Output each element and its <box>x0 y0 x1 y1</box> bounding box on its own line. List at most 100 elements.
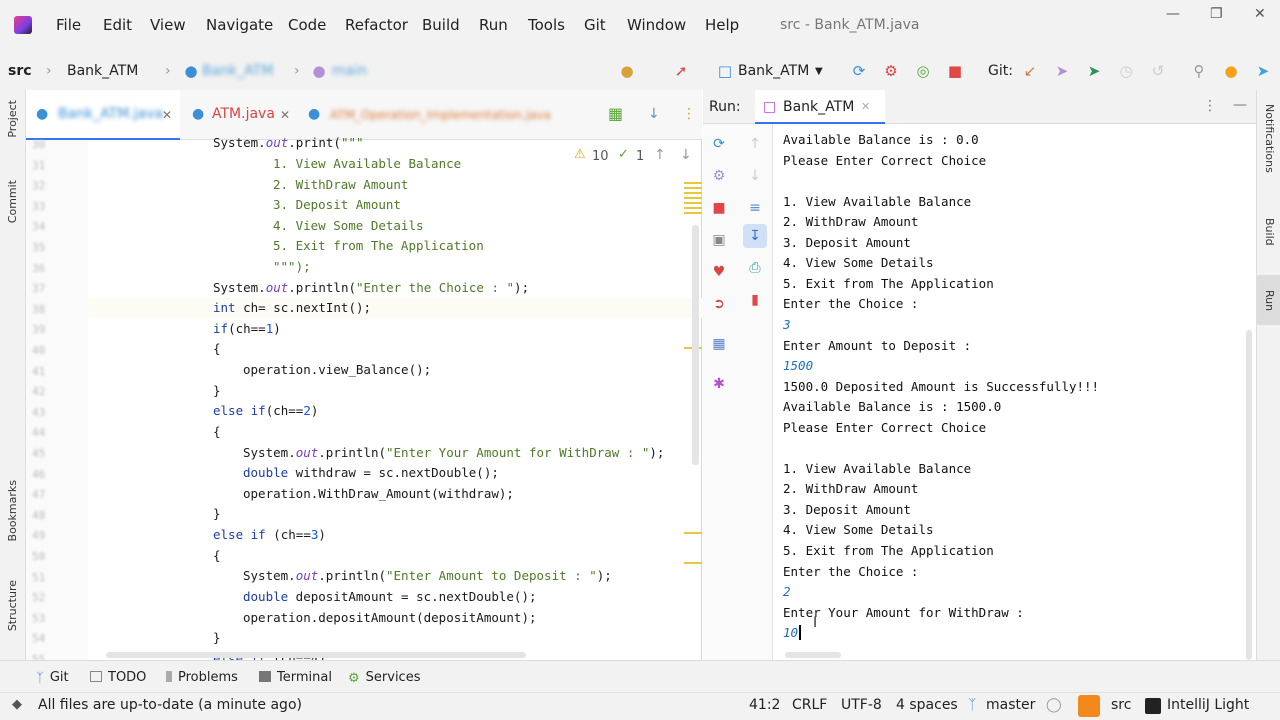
services-tool-button[interactable]: ⚙ Services <box>348 670 420 686</box>
tab-atm[interactable]: ATM.java <box>212 106 275 122</box>
terminal-tool-button[interactable]: Terminal <box>259 670 332 685</box>
rerun-icon[interactable]: ⟳ <box>711 136 727 152</box>
close-run-tab-icon[interactable]: ✕ <box>861 100 870 113</box>
menu-window[interactable]: Window <box>627 16 686 34</box>
warning-marker[interactable] <box>684 532 702 534</box>
menu-tools[interactable]: Tools <box>528 16 565 34</box>
pin-icon[interactable]: ✱ <box>711 376 727 392</box>
code-line[interactable]: double withdraw = sc.nextDouble(); <box>243 465 499 480</box>
code-line[interactable]: else if(ch==2) <box>213 403 318 418</box>
stop-icon[interactable]: ■ <box>711 200 727 216</box>
run-config-selector[interactable]: Bank_ATM <box>738 63 809 79</box>
git-commit-icon[interactable]: ➤ <box>1053 62 1071 80</box>
layout-icon[interactable]: ▦ <box>711 336 727 352</box>
code-line[interactable]: System.out.print(""" <box>213 135 364 150</box>
code-line[interactable]: int ch= sc.nextInt(); <box>213 300 371 315</box>
line-separator[interactable]: CRLF <box>792 697 827 713</box>
code-line[interactable]: if(ch==1) <box>213 321 281 336</box>
problems-tool-button[interactable]: Problems <box>166 670 238 685</box>
git-push-icon[interactable]: ➤ <box>1085 62 1103 80</box>
warning-icon[interactable]: ⚠ <box>574 147 586 162</box>
breadcrumb-file[interactable]: Bank_ATM <box>67 63 138 79</box>
search-icon[interactable]: ⚲ <box>1190 62 1208 80</box>
structure-tool-button[interactable]: Structure <box>6 580 19 631</box>
next-highlight-icon[interactable]: ↓ <box>680 147 692 163</box>
coverage-icon[interactable]: ◎ <box>914 62 932 80</box>
code-line[interactable]: else if (ch==3) <box>213 527 326 542</box>
scroll-to-end-icon[interactable]: ↧ <box>747 228 763 244</box>
grid-icon[interactable]: ▦ <box>608 104 623 123</box>
todo-tool-button[interactable]: TODO <box>90 670 146 685</box>
file-encoding[interactable]: UTF-8 <box>841 697 882 713</box>
clear-all-icon[interactable]: ▮ <box>747 292 763 308</box>
minimize-icon[interactable]: — <box>1166 6 1180 22</box>
menu-refactor[interactable]: Refactor <box>345 16 408 34</box>
code-line[interactable]: double depositAmount = sc.nextDouble(); <box>243 589 537 604</box>
exit-icon[interactable]: ➲ <box>711 296 727 312</box>
warning-marker[interactable] <box>684 562 702 564</box>
indent-setting[interactable]: 4 spaces <box>896 697 958 713</box>
tab-atm-operation[interactable]: ATM_Operation_Implementation.java <box>330 108 551 122</box>
code-line[interactable]: 1. View Available Balance <box>273 156 461 171</box>
breadcrumb-root[interactable]: src <box>8 63 32 79</box>
close-window-icon[interactable]: ✕ <box>1254 6 1266 22</box>
bookmarks-tool-button[interactable]: Bookmarks <box>6 480 19 541</box>
status-message[interactable]: All files are up-to-date (a minute ago) <box>38 697 302 713</box>
project-tool-button[interactable]: Project <box>6 100 19 138</box>
code-line[interactable]: } <box>213 383 221 398</box>
lock-icon[interactable]: ◯ <box>1046 697 1062 713</box>
caret-position[interactable]: 41:2 <box>749 697 780 713</box>
menu-help[interactable]: Help <box>705 16 739 34</box>
menu-run[interactable]: Run <box>479 16 508 34</box>
debug-icon[interactable]: ⚙ <box>882 62 900 80</box>
history-icon[interactable]: ◷ <box>1117 62 1135 80</box>
rerun-icon[interactable]: ⟳ <box>850 62 868 80</box>
dump-threads-icon[interactable]: ♥ <box>711 264 727 280</box>
down-icon[interactable]: ↓ <box>747 168 763 184</box>
menu-edit[interactable]: Edit <box>103 16 132 34</box>
warning-markers[interactable] <box>684 182 702 216</box>
editor-horizontal-scrollbar[interactable] <box>106 652 526 658</box>
console-horizontal-scrollbar[interactable] <box>785 652 841 658</box>
build-tool-button[interactable]: Build <box>1263 218 1276 246</box>
up-icon[interactable]: ↑ <box>747 136 763 152</box>
close-tab-icon[interactable]: ✕ <box>280 108 290 122</box>
code-with-me-icon[interactable]: ➤ <box>1254 62 1272 80</box>
git-tool-button[interactable]: ᛉ Git <box>36 670 69 686</box>
run-tab-label[interactable]: Bank_ATM <box>783 99 854 115</box>
code-line[interactable]: 4. View Some Details <box>273 218 424 233</box>
project-name[interactable]: src <box>1111 697 1131 713</box>
code-line[interactable]: 3. Deposit Amount <box>273 197 401 212</box>
updates-icon[interactable]: ● <box>1222 62 1240 80</box>
code-line[interactable]: } <box>213 630 221 645</box>
run-tool-button[interactable]: Run <box>1263 290 1276 311</box>
breadcrumb-method[interactable]: main <box>332 63 367 79</box>
camera-icon[interactable]: ▣ <box>711 232 727 248</box>
notifications-tool-button[interactable]: Notifications <box>1263 104 1276 173</box>
status-diamond-icon[interactable]: ◆ <box>12 697 22 712</box>
breadcrumb-class[interactable]: Bank_ATM <box>202 63 273 79</box>
more-tabs-icon[interactable]: ⋮ <box>682 106 696 122</box>
warning-count[interactable]: 10 <box>592 149 609 164</box>
arrow-down-icon[interactable]: ↓ <box>648 106 660 122</box>
code-line[interactable]: 5. Exit from The Application <box>273 238 484 253</box>
maximize-icon[interactable]: ❐ <box>1210 6 1223 22</box>
commit-tool-button[interactable]: Commit <box>6 180 19 223</box>
editor-vertical-scrollbar[interactable] <box>692 225 699 465</box>
code-line[interactable]: { <box>213 341 221 356</box>
console-vertical-scrollbar[interactable] <box>1246 330 1252 660</box>
code-line[interactable]: System.out.println("Enter Amount to Depo… <box>243 568 612 583</box>
menu-file[interactable]: File <box>56 16 81 34</box>
hammer-build-icon[interactable]: ➚ <box>672 62 690 80</box>
menu-git[interactable]: Git <box>584 16 606 34</box>
code-line[interactable]: operation.WithDraw_Amount(withdraw); <box>243 486 514 501</box>
theme-name[interactable]: IntelliJ Light <box>1167 697 1249 713</box>
soft-wrap-icon[interactable]: ≡ <box>747 200 763 216</box>
code-line[interactable]: { <box>213 548 221 563</box>
git-update-icon[interactable]: ↙ <box>1021 62 1039 80</box>
hide-panel-icon[interactable]: — <box>1233 97 1247 113</box>
print-icon[interactable]: ⎙ <box>747 260 763 276</box>
code-line[interactable]: operation.depositAmount(depositAmount); <box>243 610 537 625</box>
typo-count[interactable]: 1 <box>636 149 644 164</box>
code-line[interactable]: } <box>213 506 221 521</box>
